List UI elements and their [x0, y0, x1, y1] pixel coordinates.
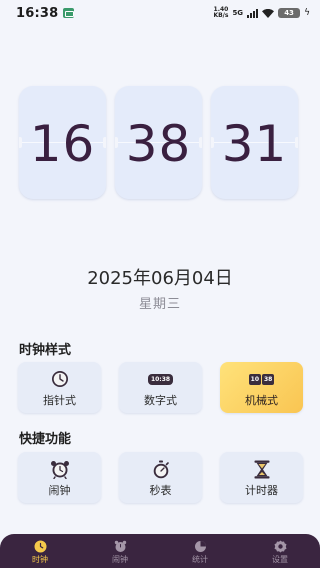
minutes-digits: 38	[125, 115, 192, 173]
date-text: 2025年06月04日	[87, 268, 233, 289]
nav-label: 统计	[192, 554, 208, 564]
quick-function-label: 闹钟	[48, 484, 71, 497]
network-speed: 1.40 KB/s	[213, 7, 228, 19]
quick-functions: 闹钟 秒表 计时器	[18, 452, 303, 503]
nav-label: 闹钟	[112, 554, 128, 564]
charging-icon: ϟ	[304, 8, 310, 18]
nav-item-clock[interactable]: 时钟	[10, 540, 70, 565]
nav-item-alarm[interactable]: 闹钟	[90, 540, 150, 565]
bottom-navigation: 时钟 闹钟 统计 设置	[0, 534, 320, 568]
quick-alarm-button[interactable]: 闹钟	[18, 452, 101, 503]
seconds-card: 31	[211, 86, 298, 199]
flip-clock: 16 38 31	[19, 86, 298, 199]
alarm-clock-icon	[50, 460, 70, 479]
nav-label: 设置	[272, 554, 288, 564]
style-option-label: 机械式	[245, 394, 278, 407]
message-notification-icon	[63, 8, 75, 18]
hours-digits: 16	[29, 115, 96, 173]
quick-function-label: 秒表	[149, 484, 172, 497]
pie-chart-icon	[194, 540, 206, 552]
gear-icon	[274, 540, 286, 552]
alarm-icon	[114, 540, 126, 552]
signal-strength-icon	[247, 8, 259, 18]
clock-icon	[34, 540, 46, 552]
battery-icon: 43	[278, 8, 301, 18]
status-time: 16:38	[16, 5, 59, 21]
nav-item-settings[interactable]: 设置	[250, 540, 310, 565]
seconds-digits: 31	[221, 115, 288, 173]
flip-chip-minutes: 38	[262, 373, 275, 385]
hourglass-icon	[252, 460, 272, 478]
style-option-label: 数字式	[144, 394, 177, 407]
nav-item-statistics[interactable]: 统计	[170, 540, 230, 565]
weekday-text: 星期三	[138, 297, 181, 312]
style-option-digital[interactable]: 10:38 数字式	[119, 362, 202, 413]
hours-card: 16	[19, 86, 106, 199]
clock-style-options: 指针式 10:38 数字式 10 38 机械式	[18, 362, 303, 413]
status-bar: 16:38 1.40 KB/s 5G 43 ϟ	[0, 0, 320, 26]
style-option-flip[interactable]: 10 38 机械式	[220, 362, 303, 413]
battery-level: 43	[284, 9, 294, 17]
style-option-label: 指针式	[43, 394, 76, 407]
quick-timer-button[interactable]: 计时器	[220, 452, 303, 503]
clock-style-title: 时钟样式	[19, 343, 72, 358]
quick-functions-title: 快捷功能	[19, 432, 72, 447]
network-type-label: 5G	[232, 9, 244, 17]
style-option-analog[interactable]: 指针式	[18, 362, 101, 413]
flip-chip-hours: 10	[248, 373, 261, 385]
quick-stopwatch-button[interactable]: 秒表	[119, 452, 202, 503]
nav-label: 时钟	[32, 554, 48, 564]
flip-clock-icon: 10 38	[248, 370, 275, 388]
stopwatch-icon	[151, 460, 171, 478]
wifi-icon	[262, 8, 275, 18]
digital-clock-icon: 10:38	[147, 370, 174, 388]
network-speed-unit: KB/s	[213, 12, 229, 19]
digital-chip-text: 10:38	[147, 373, 174, 385]
status-indicators: 1.40 KB/s 5G 43 ϟ	[213, 7, 310, 19]
minutes-card: 38	[115, 86, 202, 199]
analog-clock-icon	[50, 370, 70, 388]
quick-function-label: 计时器	[245, 484, 278, 497]
